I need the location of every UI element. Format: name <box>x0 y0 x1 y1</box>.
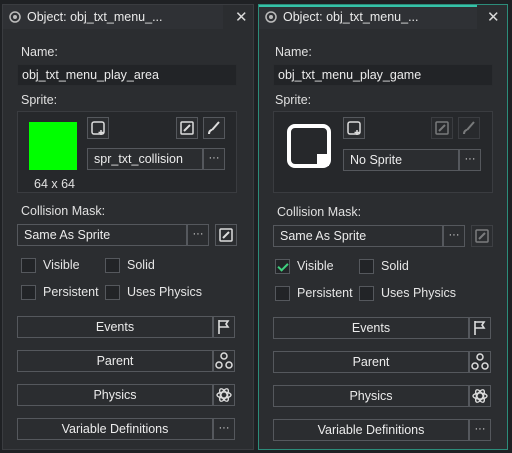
edit-sprite-icon <box>435 121 449 135</box>
solid-checkbox[interactable] <box>105 258 120 273</box>
object-icon <box>9 11 21 23</box>
physics-button[interactable]: Physics <box>273 385 469 407</box>
sprite-select[interactable]: spr_txt_collision <box>87 148 203 170</box>
object-icon <box>265 11 277 23</box>
events-icon-button[interactable] <box>213 316 235 338</box>
uses-physics-label: Uses Physics <box>127 285 203 299</box>
edit-mask-icon <box>475 229 489 243</box>
hierarchy-icon <box>215 352 233 369</box>
edit-collision-mask-button[interactable] <box>215 224 237 246</box>
panel-body: Name: obj_txt_menu_play_game Sprite: No … <box>259 29 507 449</box>
visible-checkbox[interactable] <box>21 258 36 273</box>
new-sprite-button[interactable] <box>343 117 365 139</box>
visible-label: Visible <box>43 258 80 272</box>
solid-label: Solid <box>381 259 409 273</box>
collision-mask-select[interactable]: Same As Sprite <box>273 225 443 247</box>
tab-title: Object: obj_txt_menu_... <box>27 10 163 24</box>
name-field[interactable]: obj_txt_menu_play_game <box>273 64 493 86</box>
sprite-browse-button[interactable]: ··· <box>459 149 481 171</box>
atom-icon <box>216 388 232 402</box>
variable-definitions-more-button[interactable]: ··· <box>469 419 491 441</box>
collision-mask-value: Same As Sprite <box>24 228 111 242</box>
events-button[interactable]: Events <box>17 316 213 338</box>
collision-mask-browse-button[interactable]: ··· <box>187 224 209 246</box>
events-button[interactable]: Events <box>273 317 469 339</box>
close-icon[interactable]: ✕ <box>235 8 248 26</box>
paint-sprite-button[interactable] <box>458 117 480 139</box>
variable-definitions-button[interactable]: Variable Definitions <box>273 419 469 441</box>
name-label: Name: <box>21 45 58 59</box>
sprite-select-value: No Sprite <box>350 153 403 167</box>
edit-sprite-button[interactable] <box>176 117 198 139</box>
parent-button[interactable]: Parent <box>273 351 469 373</box>
uses-physics-checkbox[interactable] <box>105 285 120 300</box>
physics-button[interactable]: Physics <box>17 384 213 406</box>
solid-checkbox[interactable] <box>359 259 374 274</box>
uses-physics-checkbox[interactable] <box>359 286 374 301</box>
sprite-select[interactable]: No Sprite <box>343 149 459 171</box>
sprite-label: Sprite: <box>275 93 312 107</box>
parent-button[interactable]: Parent <box>17 350 213 372</box>
new-sprite-button[interactable] <box>87 117 109 139</box>
tab-title: Object: obj_txt_menu_... <box>283 10 419 24</box>
sprite-label: Sprite: <box>21 93 58 107</box>
parent-icon-button[interactable] <box>213 350 235 372</box>
close-icon[interactable]: ✕ <box>487 8 501 26</box>
variable-definitions-more-button[interactable]: ··· <box>213 418 235 440</box>
sprite-thumbnail[interactable] <box>29 122 77 170</box>
panel-body: Name: obj_txt_menu_play_area Sprite: 64 … <box>3 29 253 449</box>
visible-label: Visible <box>297 259 334 273</box>
brush-icon <box>463 121 475 135</box>
physics-icon-button[interactable] <box>213 384 235 406</box>
flag-icon <box>474 321 486 335</box>
new-sprite-icon <box>347 121 361 135</box>
object-tab-right[interactable]: Object: obj_txt_menu_... <box>259 5 477 29</box>
name-field[interactable]: obj_txt_menu_play_area <box>17 64 237 86</box>
physics-icon-button[interactable] <box>469 385 491 407</box>
flag-icon <box>218 320 230 334</box>
edit-mask-icon <box>219 228 233 242</box>
collision-mask-browse-button[interactable]: ··· <box>443 225 465 247</box>
paint-sprite-button[interactable] <box>203 117 225 139</box>
no-sprite-icon[interactable] <box>285 122 333 170</box>
sprite-select-value: spr_txt_collision <box>94 152 183 166</box>
solid-label: Solid <box>127 258 155 272</box>
object-editor-right: Object: obj_txt_menu_... ✕ Name: obj_txt… <box>258 4 508 450</box>
collision-mask-label: Collision Mask: <box>277 205 362 219</box>
brush-icon <box>208 121 220 135</box>
sprite-browse-button[interactable]: ··· <box>203 148 225 170</box>
hierarchy-icon <box>471 353 489 370</box>
edit-sprite-button[interactable] <box>431 117 453 139</box>
atom-icon <box>472 389 488 403</box>
edit-sprite-icon <box>180 121 194 135</box>
uses-physics-label: Uses Physics <box>381 286 457 300</box>
active-tab-accent <box>259 5 477 7</box>
name-label: Name: <box>275 45 312 59</box>
object-editor-left: Object: obj_txt_menu_... ✕ Name: obj_txt… <box>2 4 254 450</box>
new-sprite-icon <box>91 121 105 135</box>
sprite-size: 64 x 64 <box>34 177 76 191</box>
events-icon-button[interactable] <box>469 317 491 339</box>
persistent-label: Persistent <box>297 286 353 300</box>
object-tab-left[interactable]: Object: obj_txt_menu_... <box>3 5 223 29</box>
visible-checkbox[interactable] <box>275 259 290 274</box>
collision-mask-label: Collision Mask: <box>21 204 106 218</box>
collision-mask-select[interactable]: Same As Sprite <box>17 224 187 246</box>
parent-icon-button[interactable] <box>469 351 491 373</box>
edit-collision-mask-button[interactable] <box>471 225 493 247</box>
persistent-label: Persistent <box>43 285 99 299</box>
collision-mask-value: Same As Sprite <box>280 229 367 243</box>
persistent-checkbox[interactable] <box>275 286 290 301</box>
variable-definitions-button[interactable]: Variable Definitions <box>17 418 213 440</box>
persistent-checkbox[interactable] <box>21 285 36 300</box>
